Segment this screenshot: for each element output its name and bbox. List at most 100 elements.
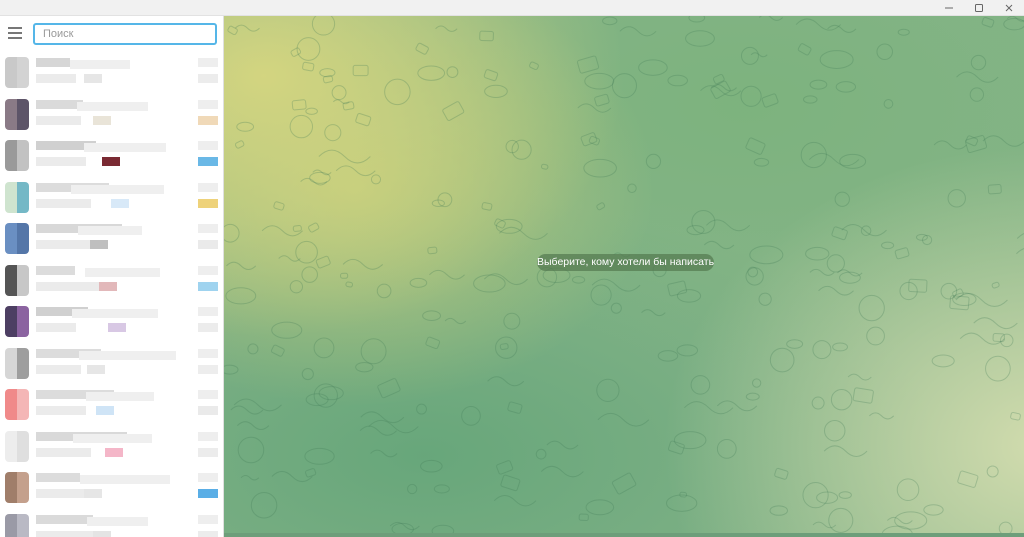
pattern-doodle [830,388,853,411]
pattern-doodle [812,340,832,360]
pattern-doodle [230,405,264,415]
pattern-doodle [481,202,493,211]
pattern-doodle [300,177,328,186]
hamburger-menu-icon[interactable] [8,27,22,39]
pattern-doodle [484,84,508,98]
pattern-doodle [673,431,707,450]
pattern-doodle [261,225,303,237]
chat-list-item[interactable] [0,218,223,260]
pattern-doodle [665,494,698,512]
chat-list-item[interactable] [0,509,223,537]
chat-list-item[interactable] [0,426,223,468]
pattern-doodle [446,66,459,79]
pattern-doodle [429,269,465,280]
chat-preview-redacted [198,447,218,457]
pattern-doodle [355,112,372,127]
pattern-doodle [816,491,839,504]
pattern-doodle [931,354,955,368]
pattern-doodle [786,339,804,349]
pattern-doodle [740,85,762,107]
pattern-doodle [473,274,506,293]
pattern-doodle [838,491,852,499]
maximize-icon[interactable] [964,0,994,16]
pattern-doodle [933,140,967,150]
pattern-doodle [774,467,789,480]
pattern-doodle [745,392,760,401]
pattern-doodle [318,386,344,401]
pattern-doodle [355,362,374,373]
pattern-doodle [802,482,829,509]
search-input[interactable] [33,23,217,45]
pattern-doodle [331,85,347,101]
minimize-icon[interactable] [934,0,964,16]
pattern-doodle [823,445,868,458]
pattern-doodle [318,149,371,164]
chat-preview-redacted [90,240,108,249]
avatar [5,430,29,462]
chat-preview-redacted [73,433,152,443]
pattern-doodle [740,46,759,65]
pattern-doodle [585,499,615,516]
chat-preview-redacted [36,281,101,291]
pattern-doodle [487,376,525,387]
chat-list-item[interactable] [0,94,223,136]
pattern-doodle [250,492,278,519]
pattern-doodle [571,276,586,284]
chat-list-item[interactable] [0,52,223,94]
chat-list-item[interactable] [0,260,223,302]
chat-list-item[interactable] [0,467,223,509]
pattern-doodle [540,163,549,170]
pattern-doodle [495,336,518,359]
pattern-doodle [507,401,523,414]
pattern-doodle [805,246,830,261]
pattern-doodle [638,59,668,76]
pattern-doodle [957,470,979,488]
chat-preview-redacted [198,198,218,208]
pattern-doodle [1003,17,1024,31]
chat-preview-redacted [96,406,114,415]
chat-list-item[interactable] [0,343,223,385]
pattern-doodle [657,350,679,362]
chat-preview-redacted [36,115,81,125]
pattern-doodle [969,87,985,102]
chat-time-redacted [198,141,218,150]
chat-list-item[interactable] [0,135,223,177]
pattern-doodle [831,226,848,241]
pattern-doodle [887,516,913,525]
pattern-doodle [420,459,443,473]
pattern-doodle [685,30,715,47]
pattern-doodle [749,245,784,265]
pattern-doodle [226,261,257,270]
pattern-doodle [479,30,494,42]
chat-preview-redacted [36,530,101,537]
pattern-doodle [546,440,579,450]
pattern-doodle [627,183,637,193]
pattern-doodle [610,302,622,314]
pattern-doodle [641,309,666,317]
pattern-doodle [769,347,795,373]
chat-preview-redacted [87,516,148,526]
chat-list-item[interactable] [0,384,223,426]
chat-preview-redacted [85,267,160,277]
pattern-doodle [444,317,467,325]
pattern-doodle [597,412,650,427]
pattern-doodle [493,494,537,507]
close-icon[interactable] [994,0,1024,16]
pattern-doodle [802,95,818,104]
chat-list-item[interactable] [0,177,223,219]
chat-time-redacted [198,431,218,441]
avatar [5,140,29,171]
chat-list-item[interactable] [0,301,223,343]
chat-time-redacted [198,307,218,316]
chat-preview-redacted [36,157,86,166]
pattern-doodle [352,64,369,77]
chat-preview-redacted [198,364,218,374]
chat-preview-redacted [36,447,91,457]
avatar [5,472,29,503]
pattern-doodle [818,285,854,296]
chat-name-redacted [36,58,70,67]
pattern-doodle [835,81,857,93]
pattern-doodle [970,54,987,71]
pattern-doodle [304,447,335,465]
pattern-doodle [1016,233,1024,239]
